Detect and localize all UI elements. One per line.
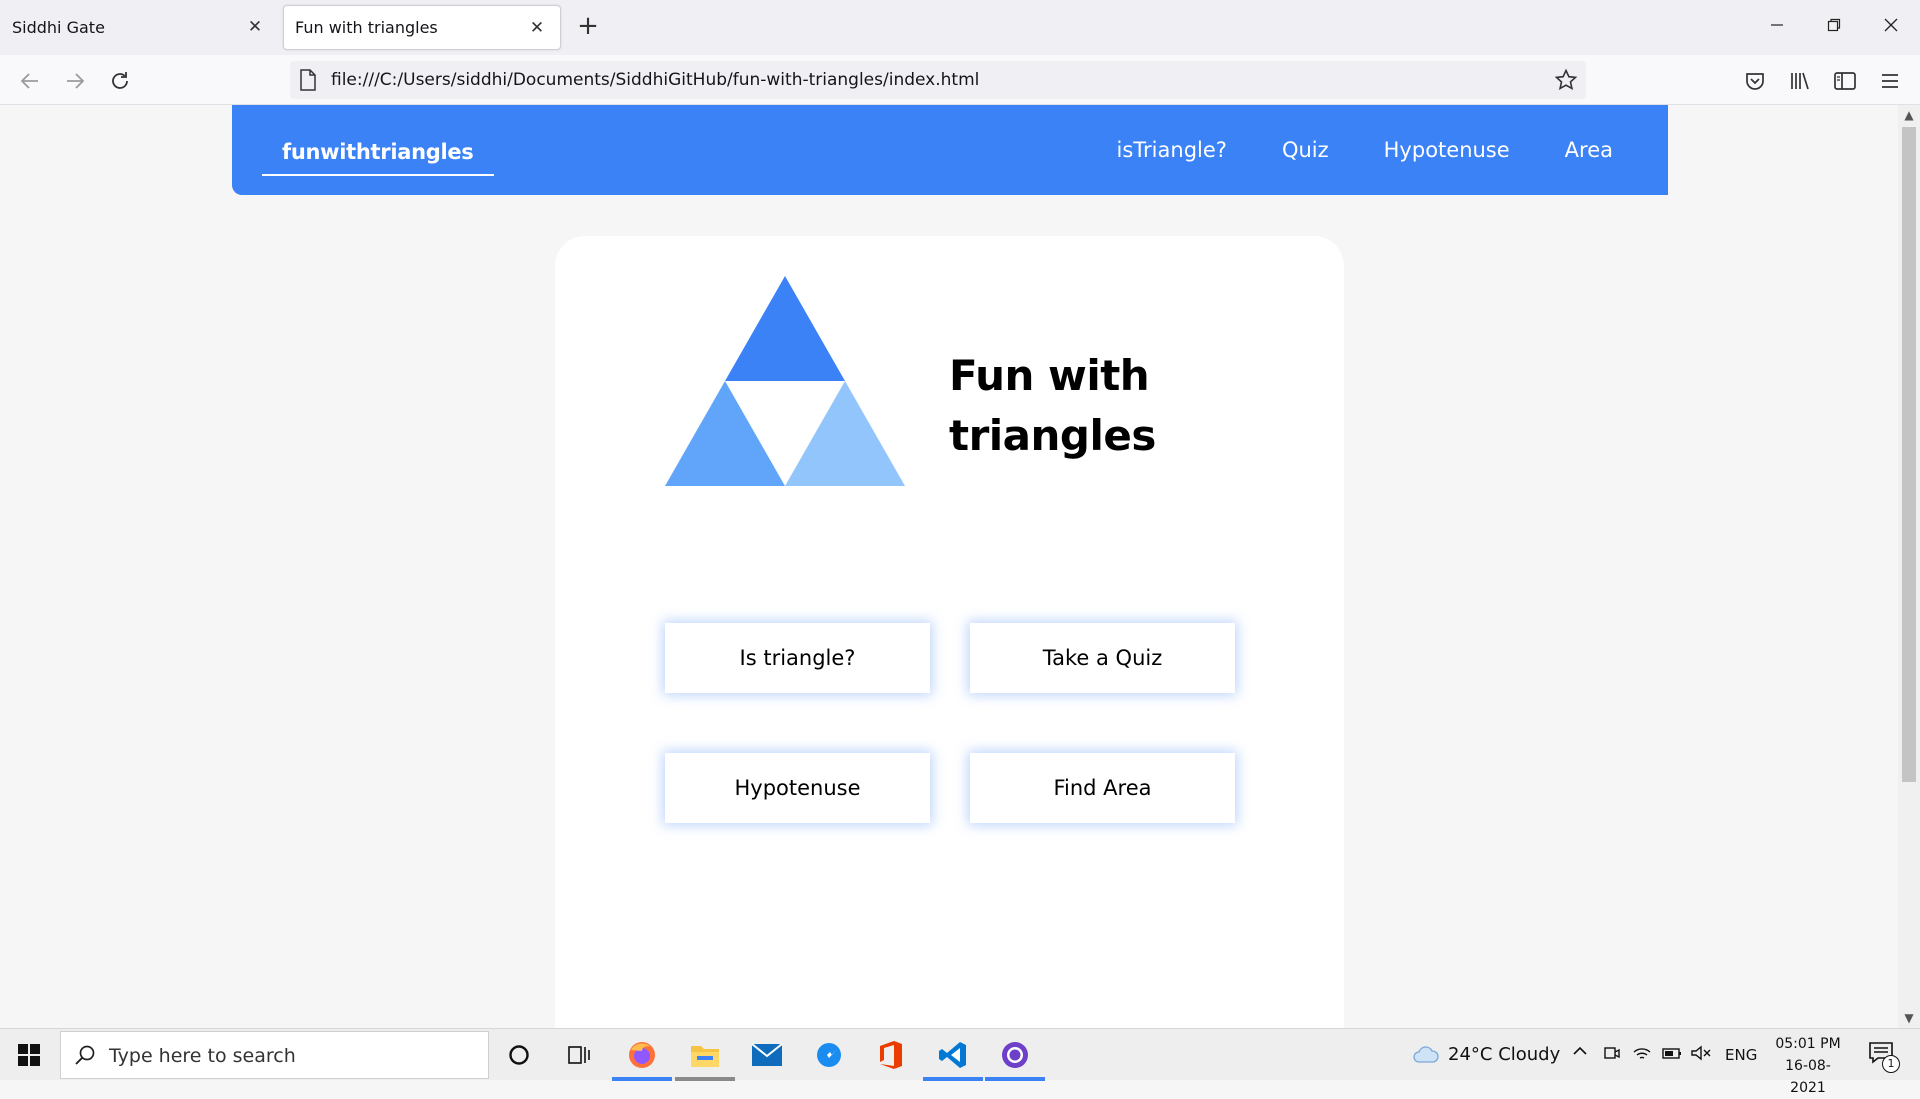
- browser-icon[interactable]: [799, 1029, 859, 1081]
- battery-icon[interactable]: [1661, 1044, 1683, 1067]
- windows-start-icon[interactable]: [18, 1044, 40, 1070]
- firefox-icon[interactable]: [612, 1029, 672, 1081]
- tab-siddhi-gate[interactable]: Siddhi Gate ✕: [0, 5, 278, 50]
- notification-center-icon[interactable]: 1: [1868, 1041, 1900, 1073]
- tab-fun-with-triangles[interactable]: Fun with triangles ✕: [283, 5, 561, 50]
- task-view-icon[interactable]: [567, 1043, 591, 1071]
- close-icon[interactable]: ✕: [526, 17, 548, 39]
- open-app-indicator: [985, 1077, 1045, 1081]
- navigation-toolbar: file:///C:/Users/siddhi/Documents/Siddhi…: [0, 55, 1920, 105]
- office-icon[interactable]: [861, 1029, 921, 1081]
- url-bar[interactable]: file:///C:/Users/siddhi/Documents/Siddhi…: [290, 61, 1586, 99]
- nav-link-quiz[interactable]: Quiz: [1282, 138, 1329, 162]
- nav-link-area[interactable]: Area: [1565, 138, 1613, 162]
- cortana-icon[interactable]: [508, 1044, 530, 1070]
- github-desktop-icon[interactable]: [985, 1029, 1045, 1081]
- active-app-indicator: [612, 1077, 672, 1081]
- triangle-logo-icon: [665, 276, 905, 486]
- mail-icon[interactable]: [737, 1029, 797, 1081]
- weather-text[interactable]: 24°C Cloudy: [1448, 1044, 1560, 1065]
- hero-title: Fun with triangles: [949, 351, 1156, 460]
- site-header: funwithtriangles isTriangle? Quiz Hypote…: [232, 105, 1668, 195]
- open-app-indicator: [923, 1077, 983, 1081]
- search-icon: [74, 1044, 96, 1070]
- tab-strip: Siddhi Gate ✕ Fun with triangles ✕ +: [0, 0, 1920, 55]
- clock[interactable]: 05:01 PM 16-08-2021: [1768, 1033, 1848, 1099]
- taskbar: Type here to search 24°C Cloudy ENG 05:0…: [0, 1028, 1920, 1096]
- hero-card: Fun with triangles Is triangle? Take a Q…: [555, 236, 1344, 1028]
- reload-icon[interactable]: [107, 68, 133, 94]
- search-placeholder: Type here to search: [109, 1045, 296, 1067]
- page-icon: [299, 69, 317, 95]
- vscode-icon[interactable]: [923, 1029, 983, 1081]
- minimize-icon[interactable]: [1750, 8, 1804, 46]
- scroll-up-icon[interactable]: ▲: [1898, 105, 1920, 125]
- take-quiz-button[interactable]: Take a Quiz: [970, 623, 1235, 693]
- clock-date: 16-08-2021: [1785, 1058, 1831, 1096]
- sidebar-icon[interactable]: [1832, 68, 1858, 94]
- close-icon[interactable]: [1864, 8, 1918, 46]
- tab-label: Siddhi Gate: [12, 18, 105, 37]
- clock-time: 05:01 PM: [1775, 1036, 1841, 1052]
- open-app-indicator: [675, 1077, 735, 1081]
- nav-link-hypotenuse[interactable]: Hypotenuse: [1384, 138, 1510, 162]
- find-area-button[interactable]: Find Area: [970, 753, 1235, 823]
- scrollbar-thumb[interactable]: [1902, 127, 1916, 782]
- hamburger-icon[interactable]: [1877, 68, 1903, 94]
- brand-link[interactable]: funwithtriangles: [262, 105, 494, 176]
- url-text: file:///C:/Users/siddhi/Documents/Siddhi…: [331, 70, 980, 90]
- chevron-up-icon[interactable]: [1571, 1042, 1589, 1064]
- notification-badge: 1: [1882, 1055, 1900, 1073]
- taskbar-search-box[interactable]: Type here to search: [60, 1031, 489, 1079]
- vertical-scrollbar[interactable]: ▲ ▼: [1898, 105, 1920, 1028]
- star-icon[interactable]: [1554, 68, 1578, 96]
- close-icon[interactable]: ✕: [244, 16, 266, 38]
- arrow-left-icon[interactable]: [17, 68, 43, 94]
- wifi-icon[interactable]: [1632, 1044, 1652, 1067]
- nav-link-istriangle[interactable]: isTriangle?: [1117, 138, 1227, 162]
- cloud-icon[interactable]: [1412, 1043, 1440, 1069]
- plus-icon[interactable]: +: [574, 13, 602, 41]
- tab-label: Fun with triangles: [295, 18, 438, 37]
- language-indicator[interactable]: ENG: [1725, 1046, 1757, 1064]
- is-triangle-button[interactable]: Is triangle?: [665, 623, 930, 693]
- hypotenuse-button[interactable]: Hypotenuse: [665, 753, 930, 823]
- file-explorer-icon[interactable]: [675, 1029, 735, 1081]
- library-icon[interactable]: [1787, 68, 1813, 94]
- scroll-down-icon[interactable]: ▼: [1898, 1008, 1920, 1028]
- volume-muted-icon[interactable]: [1690, 1044, 1712, 1067]
- restore-icon[interactable]: [1807, 8, 1861, 46]
- site-nav: isTriangle? Quiz Hypotenuse Area: [1117, 105, 1613, 195]
- page-viewport: funwithtriangles isTriangle? Quiz Hypote…: [0, 105, 1898, 1028]
- pocket-icon[interactable]: [1742, 68, 1768, 94]
- arrow-right-icon[interactable]: [62, 68, 88, 94]
- meet-now-icon[interactable]: [1603, 1044, 1621, 1067]
